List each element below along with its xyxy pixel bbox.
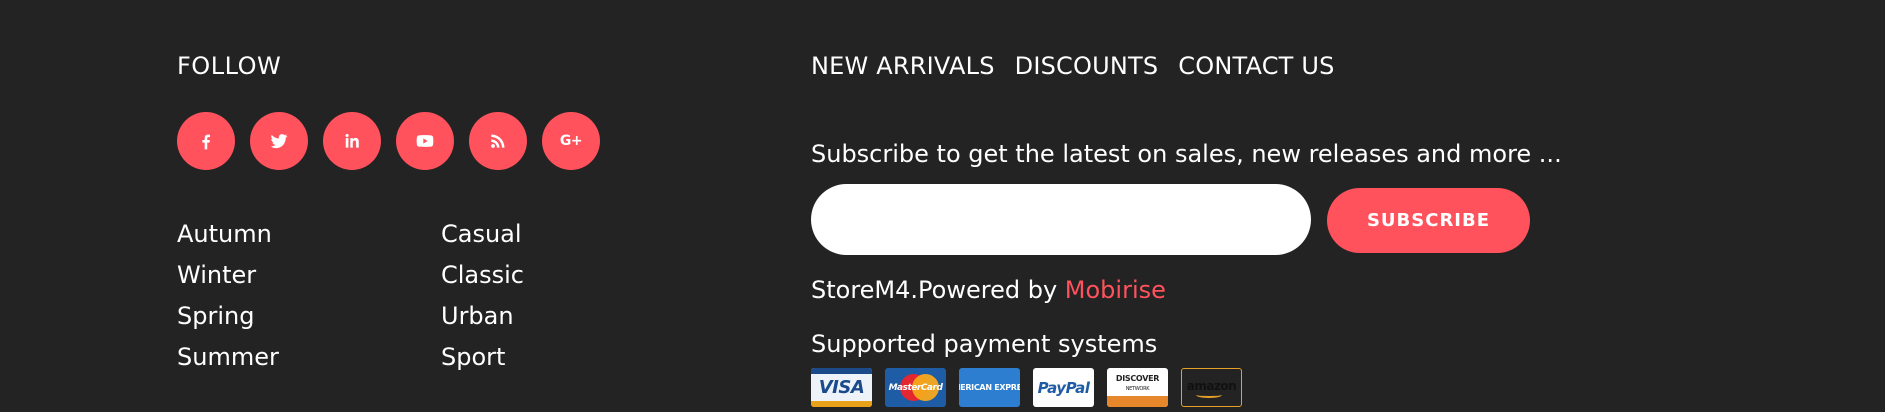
- follow-heading: FOLLOW: [177, 52, 282, 80]
- nav-link-contact-us[interactable]: CONTACT US: [1178, 51, 1334, 81]
- facebook-button[interactable]: [177, 112, 235, 170]
- powered-by-text: StoreM4.Powered by Mobirise: [811, 275, 1166, 305]
- category-link-casual[interactable]: Casual: [441, 214, 524, 255]
- social-links: G+: [177, 112, 600, 170]
- american-express-logo: AMERICAN EXPRESS: [959, 368, 1020, 407]
- category-link-winter[interactable]: Winter: [177, 255, 279, 296]
- category-list-seasons: Autumn Winter Spring Summer: [177, 214, 279, 378]
- category-link-sport[interactable]: Sport: [441, 337, 524, 378]
- footer-nav: NEW ARRIVALS DISCOUNTS CONTACT US: [811, 51, 1335, 81]
- nav-link-new-arrivals[interactable]: NEW ARRIVALS: [811, 51, 995, 81]
- youtube-button[interactable]: [396, 112, 454, 170]
- youtube-icon: [416, 135, 434, 147]
- facebook-icon: [202, 134, 210, 150]
- subscribe-button[interactable]: SUBSCRIBE: [1327, 188, 1530, 253]
- category-link-summer[interactable]: Summer: [177, 337, 279, 378]
- google-plus-button[interactable]: G+: [542, 112, 600, 170]
- subscribe-email-input[interactable]: [811, 184, 1311, 255]
- category-link-autumn[interactable]: Autumn: [177, 214, 279, 255]
- powered-by-prefix: StoreM4.Powered by: [811, 276, 1065, 304]
- amazon-logo: amazon: [1181, 368, 1242, 407]
- payment-cards: VISA MasterCard AMERICAN EXPRESS PayPal …: [811, 368, 1242, 407]
- paypal-logo: PayPal: [1033, 368, 1094, 407]
- nav-link-discounts[interactable]: DISCOUNTS: [1015, 51, 1159, 81]
- twitter-icon: [270, 134, 288, 149]
- visa-logo: VISA: [811, 368, 872, 407]
- footer-left-column: FOLLOW G+ Autumn Winter Spring Summer Ca…: [177, 0, 777, 412]
- mobirise-link[interactable]: Mobirise: [1065, 276, 1166, 304]
- discover-logo: DISCOVER NETWORK: [1107, 368, 1168, 407]
- rss-button[interactable]: [469, 112, 527, 170]
- category-link-spring[interactable]: Spring: [177, 296, 279, 337]
- google-plus-icon: G+: [559, 133, 583, 149]
- twitter-button[interactable]: [250, 112, 308, 170]
- mastercard-logo: MasterCard: [885, 368, 946, 407]
- category-list-styles: Casual Classic Urban Sport: [441, 214, 524, 378]
- footer-right-column: NEW ARRIVALS DISCOUNTS CONTACT US Subscr…: [811, 0, 1711, 412]
- payment-systems-heading: Supported payment systems: [811, 330, 1158, 358]
- category-link-urban[interactable]: Urban: [441, 296, 524, 337]
- linkedin-icon: [345, 133, 359, 148]
- linkedin-button[interactable]: [323, 112, 381, 170]
- category-link-classic[interactable]: Classic: [441, 255, 524, 296]
- subscribe-text: Subscribe to get the latest on sales, ne…: [811, 140, 1562, 168]
- rss-icon: [491, 134, 505, 148]
